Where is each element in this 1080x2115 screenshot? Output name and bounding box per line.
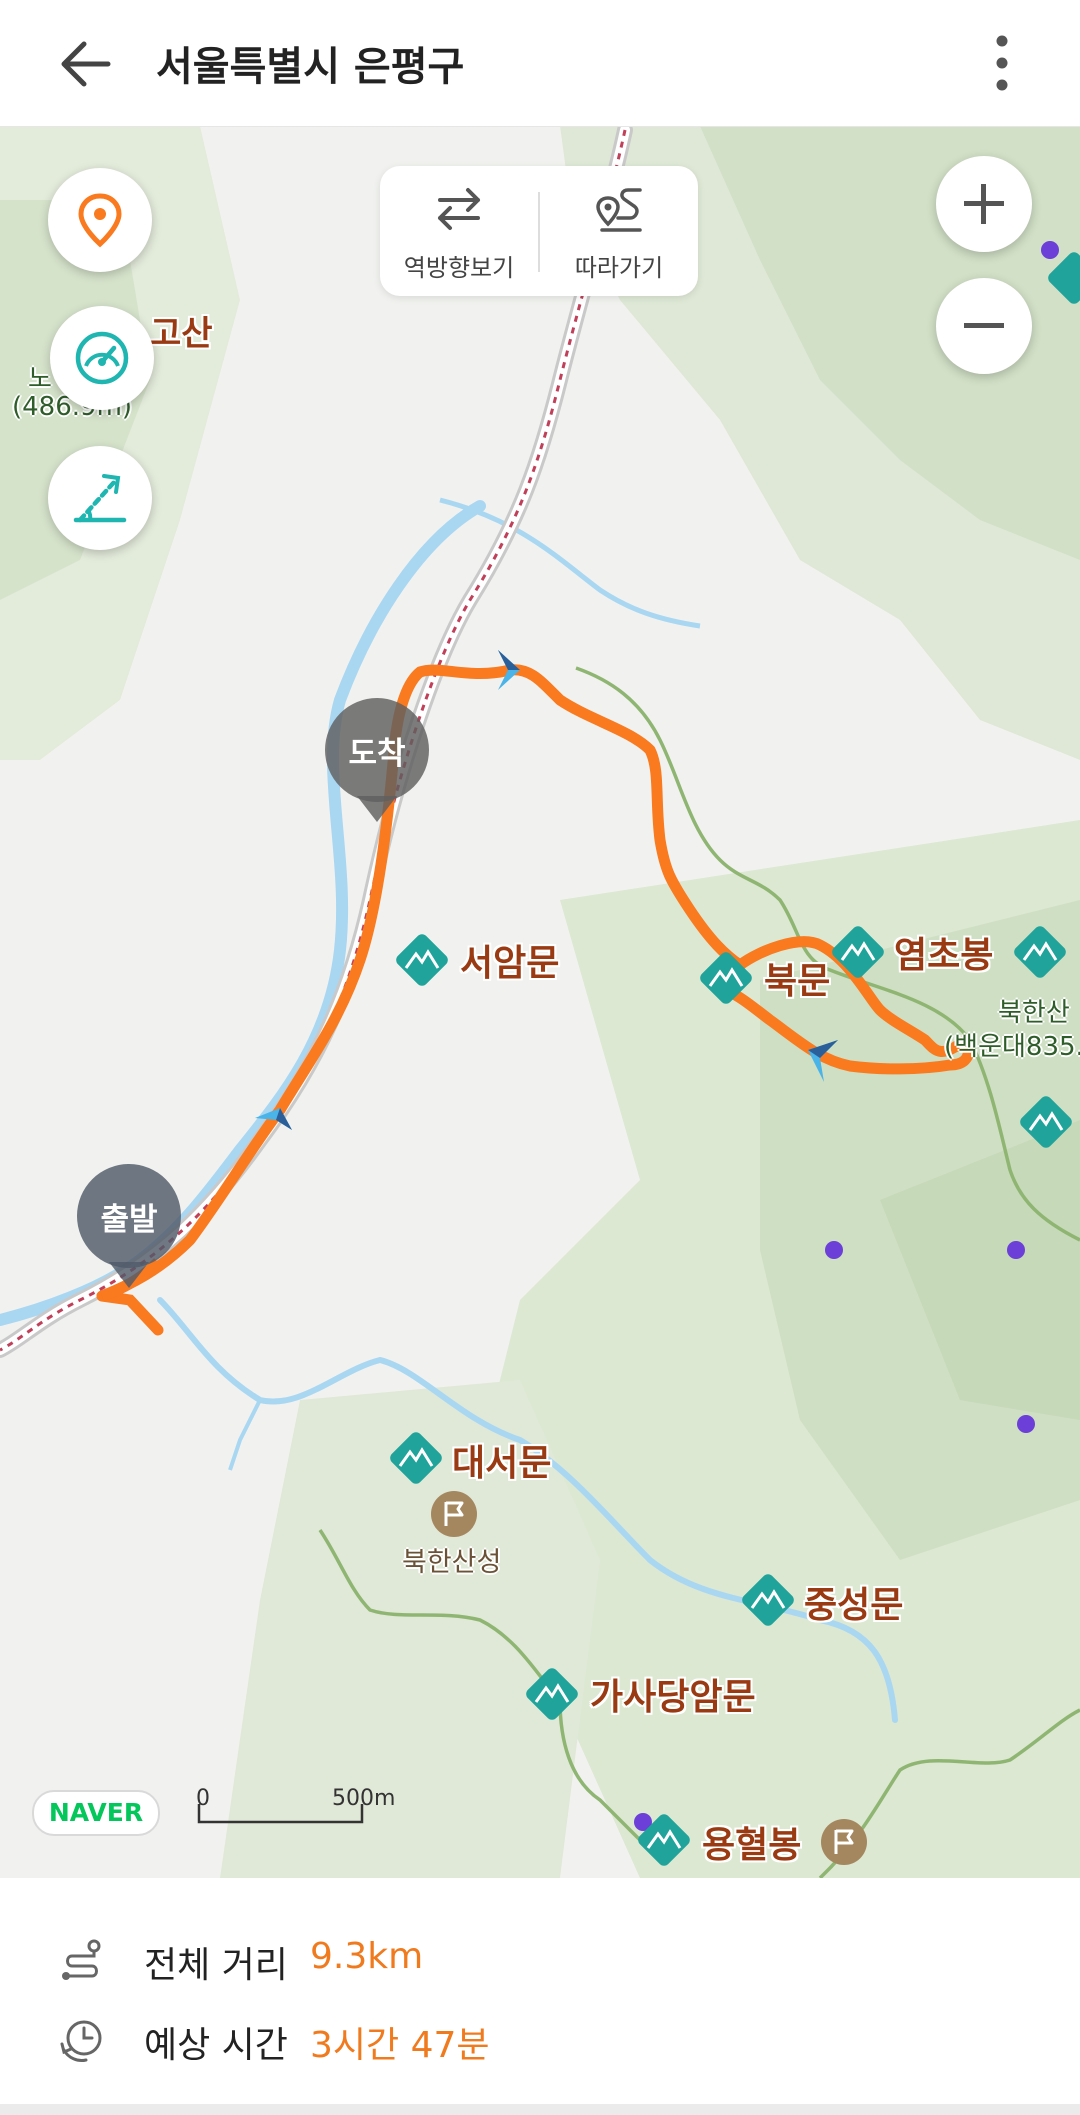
minus-icon [964,323,1004,328]
poi-label: 대서문 [452,1443,552,1484]
zoom-out-button[interactable] [936,278,1032,374]
mountain-poi-icon [1020,1096,1072,1148]
speedometer-icon [75,331,129,385]
mountain-poi-icon [700,952,752,1004]
scale-bar: 0 500m [196,1786,396,1836]
back-arrow-icon[interactable] [56,36,116,92]
fortress-flag-icon [821,1819,867,1865]
end-marker[interactable]: 도착 [325,698,429,802]
mountain-poi-icon [526,1668,578,1720]
distance-value: 9.3km [310,1936,424,1977]
slope-button[interactable] [48,446,152,550]
poi-gasadangammun[interactable] [518,1660,586,1732]
location-pin-icon [78,193,122,248]
poi-jungseongmun[interactable] [734,1566,802,1638]
time-value: 3시간 47분 [310,2025,490,2066]
poi-label: 서암문 [460,943,560,984]
poi-label: 중성문 [804,1585,904,1626]
end-marker-tail [357,796,397,822]
follow-route-button[interactable]: 따라가기 [540,166,698,296]
reverse-direction-label: 역방향보기 [403,254,515,282]
start-marker-tail [109,1262,149,1288]
fortress-flag-icon [431,1491,477,1537]
sub-label-no: 노 [28,364,52,394]
poi-label: 가사당암문 [590,1677,756,1718]
speedometer-button[interactable] [50,306,154,410]
start-marker[interactable]: 출발 [77,1164,181,1268]
mountain-poi-icon [1014,926,1066,978]
fortress-label: 북한산성 [402,1547,502,1578]
distance-label: 전체 거리 [144,1945,288,1986]
mountain-poi-icon [390,1432,442,1484]
page-title: 서울특별시 은평구 [156,44,465,90]
poi-label-goshan: 고산 [150,314,213,354]
route-summary-panel: 전체 거리 9.3km 예상 시간 3시간 47분 [0,1878,1080,2115]
poi-yonghyeolbong[interactable] [630,1806,698,1878]
follow-route-icon [596,188,642,232]
my-location-button[interactable] [48,168,152,272]
clock-icon [60,2020,102,2062]
poi-label: 염초봉 [894,935,994,976]
app-bar: 서울특별시 은평구 [0,0,1080,127]
mountain-poi-icon [742,1574,794,1626]
more-options-icon[interactable] [984,30,1020,96]
mountain-name-label: 북한산 [998,998,1070,1028]
poi-label: 북문 [764,961,831,1002]
swap-arrows-icon [438,188,480,230]
poi-daeseomun[interactable] [382,1424,450,1496]
poi-seoammun[interactable] [388,926,456,998]
scale-length: 500m [332,1786,396,1811]
scale-zero: 0 [196,1786,210,1811]
plus-icon-vertical [981,184,986,224]
slope-angle-icon [73,474,127,523]
mountain-elevation-label: (백운대835. [944,1032,1080,1062]
map-background [0,126,1080,1878]
poi-label: 용혈봉 [702,1825,802,1866]
route-tools-panel: 역방향보기 따라가기 [380,166,698,296]
naver-logo: NAVER [32,1790,160,1836]
mountain-poi-icon [638,1814,690,1866]
poi-bukmun[interactable] [692,944,760,1016]
follow-route-label: 따라가기 [574,254,664,282]
poi-yeomchobong[interactable] [824,918,892,990]
mountain-poi-icon [1048,252,1080,304]
route-distance-icon [62,1939,101,1980]
reverse-direction-button[interactable]: 역방향보기 [380,166,538,296]
mountain-poi-icon [832,926,884,978]
bottom-divider [0,2104,1080,2115]
zoom-in-button[interactable] [936,156,1032,252]
mountain-poi-icon [396,934,448,986]
time-label: 예상 시간 [144,2025,288,2066]
map-view[interactable]: 고산 노 (486.9m) 역방향보기 따라가기 서암문 북문 염초봉 북한산 … [0,126,1080,1878]
